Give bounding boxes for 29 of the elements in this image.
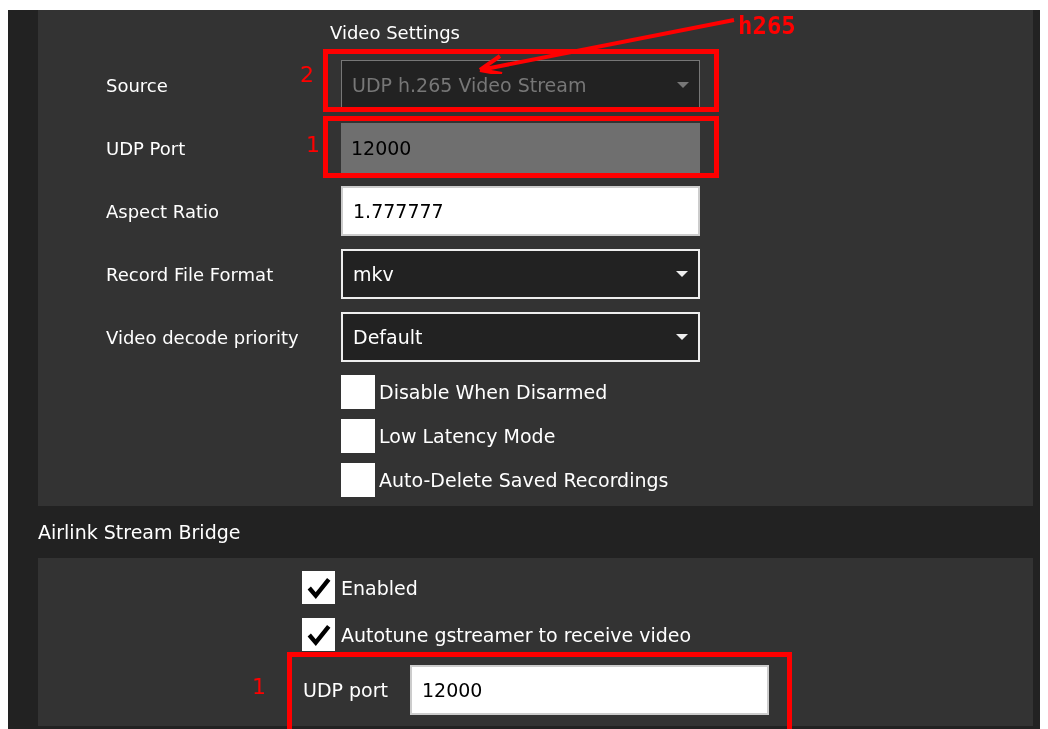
field-label: UDP Port: [106, 137, 186, 159]
section-title: Video Settings: [330, 22, 460, 45]
caret-icon: [677, 82, 689, 88]
field-label: Source: [106, 74, 168, 96]
section-title: Airlink Stream Bridge: [38, 520, 242, 545]
checkbox[interactable]: [302, 571, 335, 604]
caret-icon: [676, 334, 688, 340]
annotation-number: 2: [300, 62, 314, 87]
caret-icon: [676, 271, 688, 277]
annotation-number: 1: [252, 674, 266, 699]
checkbox[interactable]: [302, 618, 335, 651]
checkbox-label: Auto-Delete Saved Recordings: [379, 469, 669, 491]
checkbox-label: Disable When Disarmed: [379, 381, 608, 403]
field-label: Aspect Ratio: [106, 200, 220, 222]
checkbox[interactable]: [341, 375, 375, 409]
checkbox-label: Enabled: [341, 576, 418, 599]
dropdown[interactable]: Default: [341, 312, 700, 362]
input-field[interactable]: 12000: [410, 665, 769, 715]
input-field[interactable]: 1.777777: [341, 186, 700, 236]
checkbox[interactable]: [341, 463, 375, 497]
checkbox-label: Autotune gstreamer to receive video: [341, 623, 692, 646]
field-label: Record File Format: [106, 263, 274, 285]
field-label: UDP port: [302, 679, 389, 701]
checkbox[interactable]: [341, 419, 375, 453]
dropdown[interactable]: mkv: [341, 249, 700, 299]
checkbox-label: Low Latency Mode: [379, 425, 556, 447]
field-label: Video decode priority: [106, 326, 299, 348]
annotation-number: 1: [306, 132, 320, 157]
annotation-text: h265: [738, 12, 796, 40]
